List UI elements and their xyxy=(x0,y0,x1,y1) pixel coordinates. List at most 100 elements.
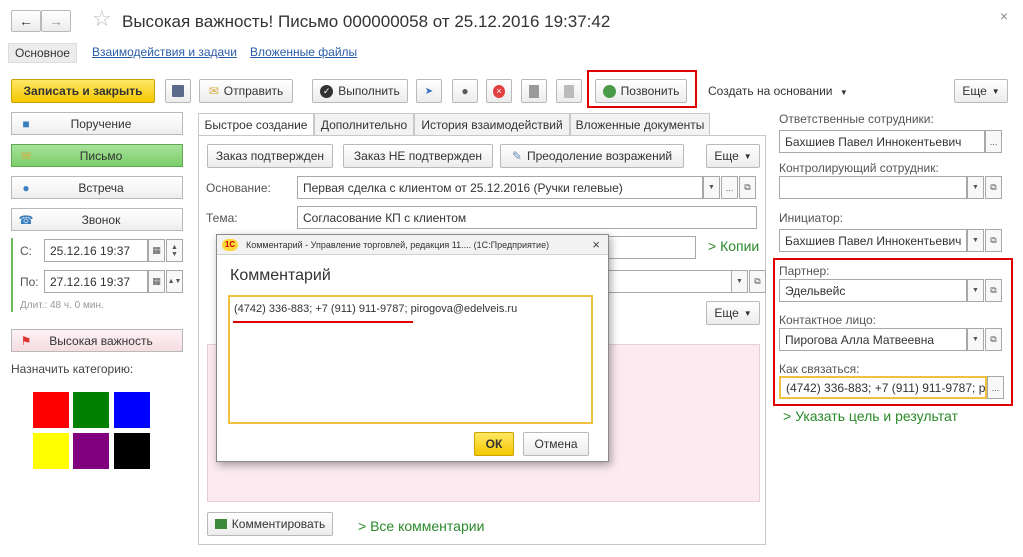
controller-field[interactable] xyxy=(779,176,967,199)
tab-history[interactable]: История взаимодействий xyxy=(414,113,570,135)
responsible-field[interactable]: Бахшиев Павел Иннокентьевич xyxy=(779,130,985,153)
more-button-center[interactable]: Еще ▼ xyxy=(706,144,760,168)
partner-field[interactable]: Эдельвейс xyxy=(779,279,967,302)
save-icon-button[interactable] xyxy=(165,79,191,103)
list-icon xyxy=(564,84,574,98)
basis-label: Основание: xyxy=(206,181,271,195)
people-icon: ● xyxy=(22,180,30,195)
contact-field[interactable]: Пирогова Алла Матвеевна xyxy=(779,328,967,351)
copies-link[interactable]: > Копии xyxy=(708,238,759,254)
close-icon[interactable]: × xyxy=(592,237,600,252)
how-contact-field[interactable]: (4742) 336-883; +7 (911) 911-9787; pirog… xyxy=(779,376,987,399)
check-circle-icon: ✓ xyxy=(320,84,334,98)
how-contact-label: Как связаться: xyxy=(779,362,860,376)
dialog-textarea[interactable]: (4742) 336-883; +7 (911) 911-9787; pirog… xyxy=(228,295,593,424)
list-button[interactable] xyxy=(556,79,582,103)
responsible-label: Ответственные сотрудники: xyxy=(779,112,934,126)
stop-icon: × xyxy=(493,84,505,98)
dialog-text: (4742) 336-883; +7 (911) 911-9787; pirog… xyxy=(234,303,518,315)
time-stepper[interactable]: ▲▼ xyxy=(166,239,183,262)
more-dots-icon[interactable]: ... xyxy=(721,176,738,199)
call-left-button[interactable]: ☎ Звонок xyxy=(11,208,183,231)
category-swatch-purple[interactable] xyxy=(73,433,109,469)
star-icon[interactable]: ☆ xyxy=(92,6,112,32)
category-swatch-green[interactable] xyxy=(73,392,109,428)
phone-underline xyxy=(233,321,413,323)
order-confirmed-button[interactable]: Заказ подтвержден xyxy=(207,144,333,168)
more-dots-icon[interactable]: ... xyxy=(987,376,1004,399)
category-swatch-yellow[interactable] xyxy=(33,433,69,469)
cancel-task-button[interactable]: × xyxy=(486,79,512,103)
chevron-down-icon[interactable]: ▼ xyxy=(731,270,748,293)
nav-attachments[interactable]: Вложенные файлы xyxy=(250,45,357,59)
more-button-center-2[interactable]: Еще ▼ xyxy=(706,301,760,325)
tab-quick[interactable]: Быстрое создание xyxy=(198,113,314,136)
forward-button[interactable]: → xyxy=(41,10,71,32)
flag-icon: ⚑ xyxy=(20,333,32,348)
tab-extra[interactable]: Дополнительно xyxy=(314,113,414,135)
envelope-icon: ✉ xyxy=(208,84,219,98)
document-button[interactable] xyxy=(521,79,547,103)
nav-interactions[interactable]: Взаимодействия и задачи xyxy=(92,45,237,59)
chevron-down-icon[interactable]: ▼ xyxy=(703,176,720,199)
order-not-confirmed-button[interactable]: Заказ НЕ подтвержден xyxy=(343,144,493,168)
tab-attached-docs[interactable]: Вложенные документы xyxy=(570,113,710,135)
contact-label: Контактное лицо: xyxy=(779,313,876,327)
open-icon[interactable]: ⧉ xyxy=(739,176,756,199)
dialog-title: Комментарий - Управление торговлей, реда… xyxy=(246,239,550,250)
initiator-field[interactable]: Бахшиев Павел Иннокентьевич xyxy=(779,229,967,252)
call-button[interactable]: Позвонить xyxy=(595,79,687,103)
comment-dialog: 1С Комментарий - Управление торговлей, р… xyxy=(216,234,609,462)
create-based-dropdown[interactable]: Создать на основании ▼ xyxy=(708,84,848,98)
basis-field[interactable]: Первая сделка с клиентом от 25.12.2016 (… xyxy=(297,176,703,199)
time-stepper[interactable]: ▲▼ xyxy=(166,270,183,293)
comment-icon xyxy=(214,519,227,529)
from-date-field[interactable]: 25.12.16 19:37 xyxy=(44,239,148,262)
dialog-heading: Комментарий xyxy=(230,267,331,284)
subject-field[interactable]: Согласование КП с клиентом xyxy=(297,206,757,229)
arrow-right-button[interactable]: ➤ xyxy=(416,79,442,103)
calendar-icon[interactable]: ▦ xyxy=(148,239,165,262)
meeting-button[interactable]: ● Встреча xyxy=(11,176,183,199)
category-swatch-red[interactable] xyxy=(33,392,69,428)
hidden-field-2[interactable] xyxy=(600,270,732,293)
hidden-field-1[interactable] xyxy=(600,236,696,259)
send-button[interactable]: ✉ Отправить xyxy=(199,79,293,103)
open-icon[interactable]: ⧉ xyxy=(985,328,1002,351)
close-icon[interactable]: × xyxy=(1000,8,1008,24)
calendar-icon[interactable]: ▦ xyxy=(148,270,165,293)
nav-main[interactable]: Основное xyxy=(8,43,77,63)
open-icon[interactable]: ⧉ xyxy=(985,279,1002,302)
more-dots-icon[interactable]: ... xyxy=(985,130,1002,153)
category-swatch-blue[interactable] xyxy=(114,392,150,428)
open-icon[interactable]: ⧉ xyxy=(985,229,1002,252)
more-button[interactable]: Еще ▼ xyxy=(954,79,1008,103)
chevron-down-icon: ▼ xyxy=(743,151,752,161)
save-close-button[interactable]: Записать и закрыть xyxy=(11,79,155,103)
category-label: Назначить категорию: xyxy=(11,362,134,376)
letter-button[interactable]: ✉ Письмо xyxy=(11,144,183,167)
chevron-down-icon[interactable]: ▼ xyxy=(967,328,984,351)
chevron-down-icon[interactable]: ▼ xyxy=(967,279,984,302)
back-button[interactable]: ← xyxy=(11,10,41,32)
objections-button[interactable]: ✎ Преодоление возражений xyxy=(500,144,684,168)
cancel-button[interactable]: Отмена xyxy=(523,432,589,456)
ok-button[interactable]: ОК xyxy=(474,432,514,456)
duration-text: Длит.: 48 ч. 0 мин. xyxy=(20,300,104,311)
open-icon[interactable]: ⧉ xyxy=(985,176,1002,199)
to-date-field[interactable]: 27.12.16 19:37 xyxy=(44,270,148,293)
task-icon: ■ xyxy=(22,116,30,131)
open-icon[interactable]: ⧉ xyxy=(749,270,766,293)
execute-button[interactable]: ✓ Выполнить xyxy=(312,79,408,103)
goal-link[interactable]: > Указать цель и результат xyxy=(783,408,958,424)
high-importance-button[interactable]: ⚑ Высокая важность xyxy=(11,329,183,352)
category-swatch-black[interactable] xyxy=(114,433,150,469)
comment-button[interactable]: Комментировать xyxy=(207,512,333,536)
chevron-down-icon[interactable]: ▼ xyxy=(967,176,984,199)
assign-button[interactable]: ● xyxy=(452,79,478,103)
chevron-down-icon[interactable]: ▼ xyxy=(967,229,984,252)
chevron-down-icon: ▼ xyxy=(839,88,848,97)
partner-label: Партнер: xyxy=(779,264,830,278)
all-comments-link[interactable]: > Все комментарии xyxy=(358,518,484,534)
task-button[interactable]: ■ Поручение xyxy=(11,112,183,135)
